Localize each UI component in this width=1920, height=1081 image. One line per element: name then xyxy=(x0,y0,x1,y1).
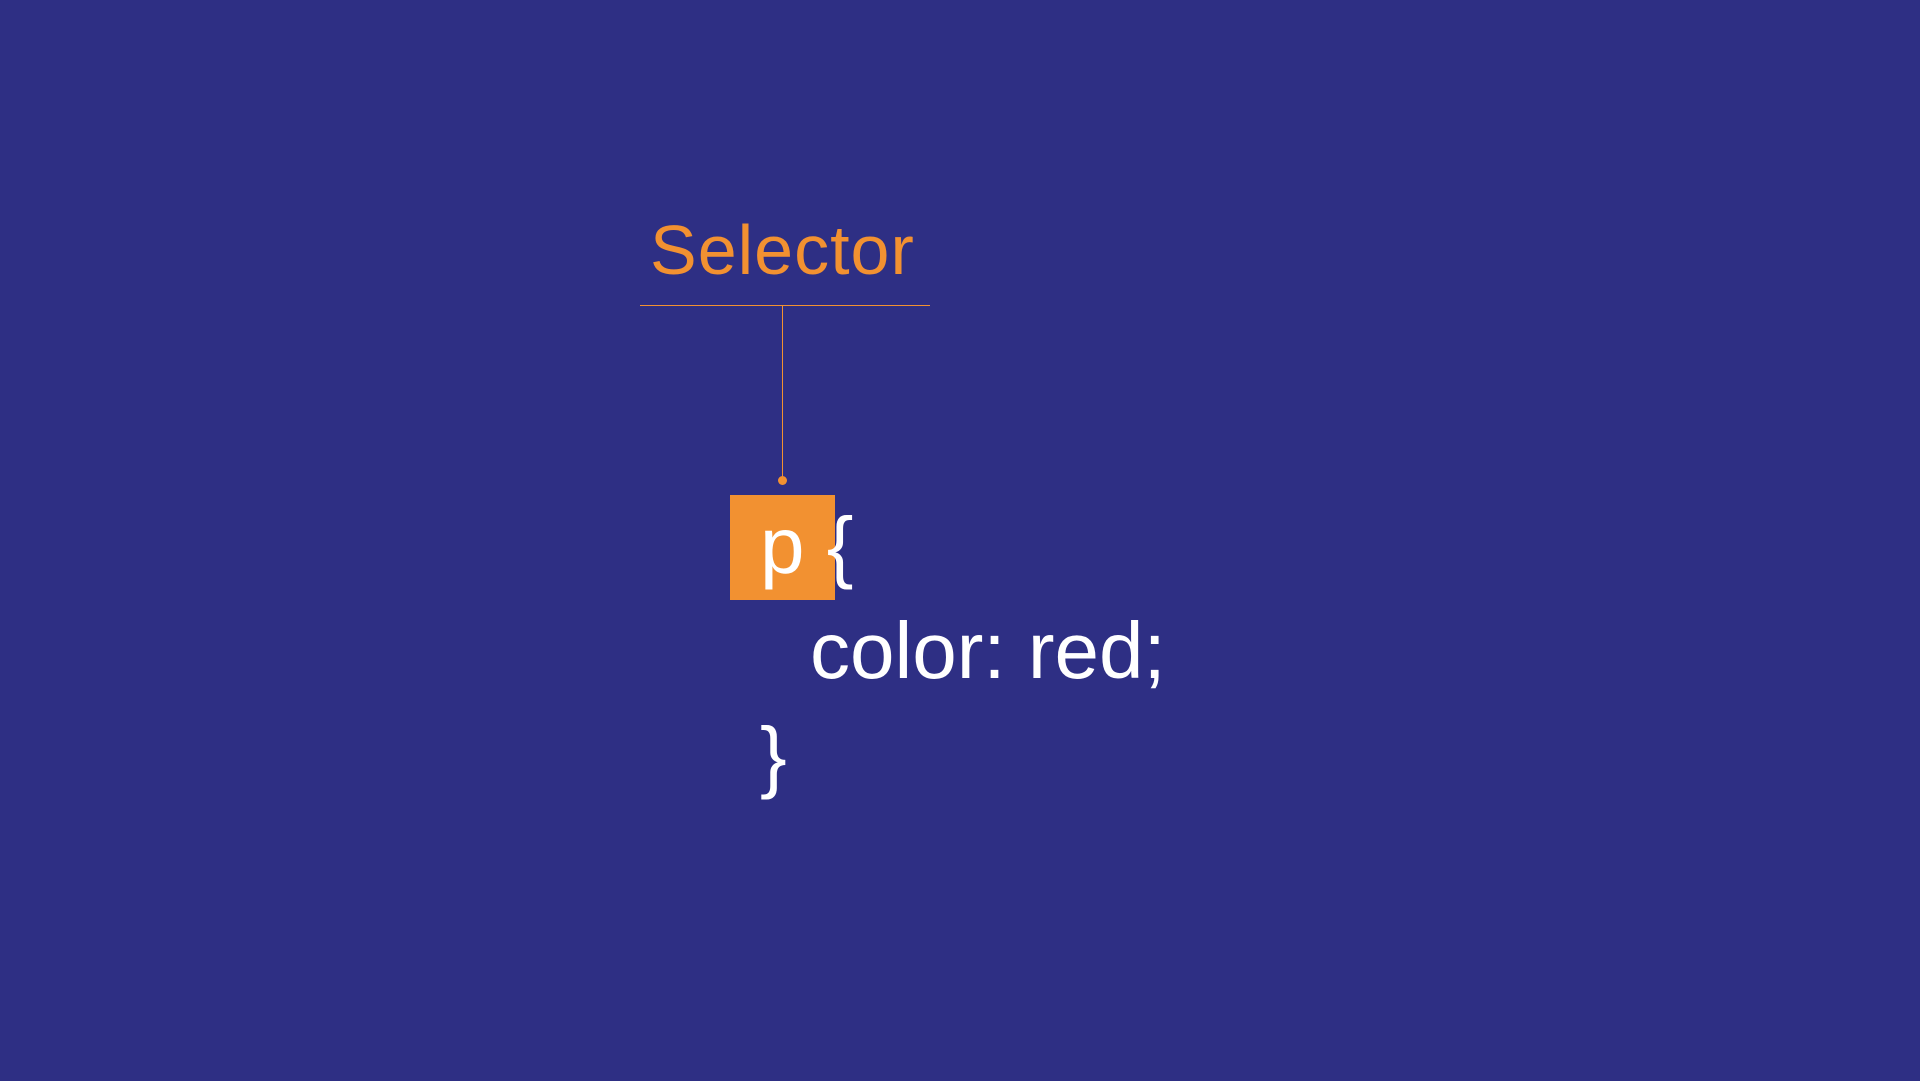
code-line-1: p { xyxy=(760,500,853,592)
code-selector: p xyxy=(760,501,805,590)
label-underline xyxy=(640,305,930,306)
code-open-brace: { xyxy=(827,501,854,590)
code-close-brace: } xyxy=(760,710,787,802)
code-declaration: color: red; xyxy=(810,605,1166,697)
connector-line xyxy=(782,305,783,480)
connector-dot-icon xyxy=(778,476,787,485)
selector-label: Selector xyxy=(650,210,915,290)
